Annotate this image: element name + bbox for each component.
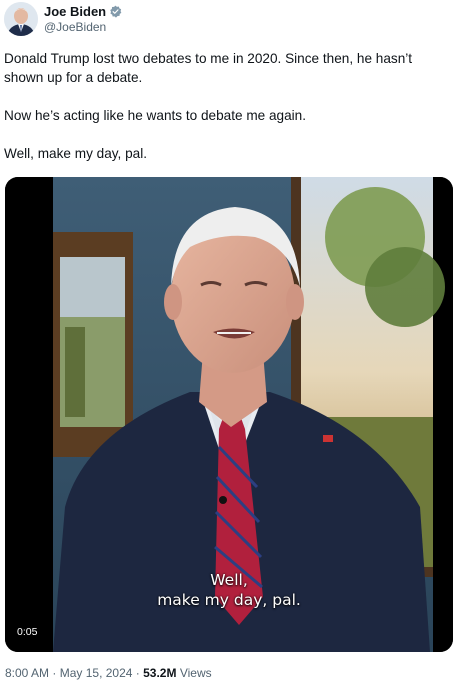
- tweet-time[interactable]: 8:00 AM: [5, 666, 49, 680]
- views-count[interactable]: 53.2M: [143, 666, 176, 680]
- tweet-header: Joe Biden @JoeBiden: [4, 2, 444, 36]
- tweet-text: Donald Trump lost two debates to me in 2…: [4, 49, 450, 182]
- avatar[interactable]: [4, 2, 38, 36]
- tweet-meta: 8:00 AM · May 15, 2024 · 53.2M Views: [5, 666, 212, 680]
- views-label: Views: [179, 666, 212, 680]
- tweet-paragraph: Donald Trump lost two debates to me in 2…: [4, 51, 413, 85]
- video-timecode: 0:05: [17, 626, 38, 638]
- verified-badge-icon[interactable]: [109, 5, 122, 18]
- video-caption-line: Well,: [210, 571, 248, 589]
- video-player[interactable]: Well, make my day, pal. 0:05: [5, 177, 453, 652]
- tweet-date[interactable]: May 15, 2024: [60, 666, 133, 680]
- avatar-image: [4, 2, 38, 36]
- video-caption-line: make my day, pal.: [157, 591, 301, 609]
- tweet-paragraph: Well, make my day, pal.: [4, 146, 148, 161]
- meta-separator: ·: [52, 666, 57, 680]
- meta-separator: ·: [135, 666, 140, 680]
- handle[interactable]: @JoeBiden: [44, 20, 122, 35]
- display-name[interactable]: Joe Biden: [44, 4, 106, 19]
- tweet-paragraph: Now he’s acting like he wants to debate …: [4, 108, 307, 123]
